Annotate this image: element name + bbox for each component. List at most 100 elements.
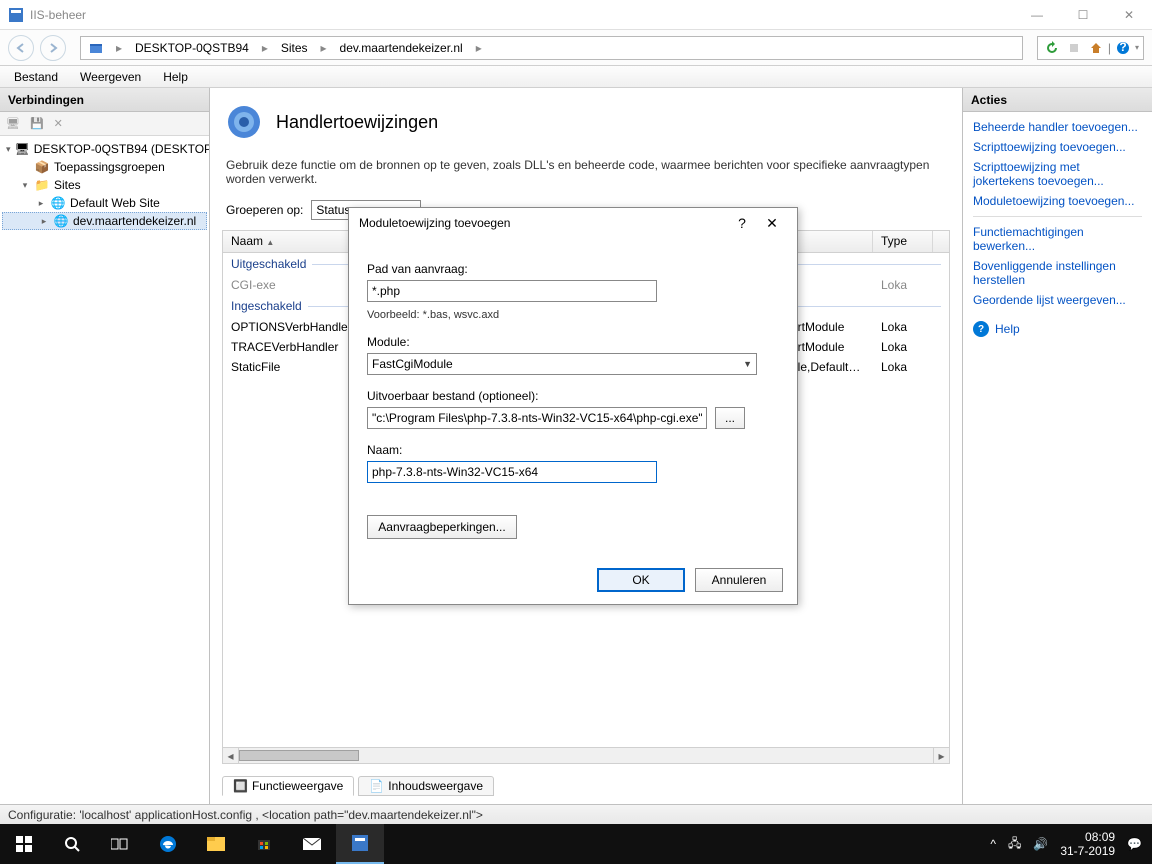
start-button[interactable] <box>0 824 48 864</box>
scrollbar-thumb[interactable] <box>239 750 359 761</box>
globe-icon: 🌐 <box>50 195 66 211</box>
tree-node-sites[interactable]: ▾ 📁 Sites <box>0 176 209 194</box>
refresh-icon[interactable] <box>1042 38 1062 58</box>
dialog-titlebar[interactable]: Moduletoewijzing toevoegen ? ✕ <box>349 208 797 238</box>
connections-toolbar: 🖥 💾 ✕ <box>0 112 209 136</box>
column-type[interactable]: Type <box>873 231 933 252</box>
taskbar[interactable]: ^ 🖧 🔊 08:09 31-7-2019 💬 <box>0 824 1152 864</box>
stop-icon[interactable] <box>1064 38 1084 58</box>
scroll-left-icon[interactable]: ◂ <box>223 748 239 763</box>
dialog-help-button[interactable]: ? <box>727 215 757 231</box>
breadcrumb-sites[interactable]: Sites <box>273 37 316 59</box>
server-icon: 🖥 <box>15 141 30 157</box>
taskbar-store[interactable] <box>240 824 288 864</box>
window-minimize[interactable]: — <box>1014 0 1060 30</box>
save-icon[interactable]: 💾 <box>30 117 44 130</box>
name-label: Naam: <box>367 443 779 457</box>
tree-node-dev-site[interactable]: ▸ 🌐 dev.maartendekeizer.nl <box>2 212 207 230</box>
action-add-wildcard-script-map[interactable]: Scripttoewijzing met jokertekens toevoeg… <box>973 160 1142 188</box>
window-close[interactable]: ✕ <box>1106 0 1152 30</box>
address-breadcrumb[interactable]: ▸ DESKTOP-0QSTB94 ▸ Sites ▸ dev.maartend… <box>80 36 1023 60</box>
add-module-mapping-dialog: Moduletoewijzing toevoegen ? ✕ Pad van a… <box>348 207 798 605</box>
tray-chevron-up-icon[interactable]: ^ <box>990 837 996 851</box>
back-button[interactable] <box>8 35 34 61</box>
module-combobox[interactable]: FastCgiModule ▼ <box>367 353 757 375</box>
handler-mappings-icon <box>224 102 264 142</box>
window-maximize[interactable]: ☐ <box>1060 0 1106 30</box>
window-titlebar: IIS-beheer — ☐ ✕ <box>0 0 1152 30</box>
action-view-ordered-list[interactable]: Geordende lijst weergeven... <box>973 293 1142 307</box>
request-path-input[interactable] <box>367 280 657 302</box>
action-help[interactable]: Help <box>995 322 1020 336</box>
taskbar-iis[interactable] <box>336 824 384 864</box>
app-pool-icon: 📦 <box>34 159 50 175</box>
executable-input[interactable] <box>367 407 707 429</box>
connect-icon[interactable]: 🖥 <box>6 117 20 130</box>
action-add-module-mapping[interactable]: Moduletoewijzing toevoegen... <box>973 194 1142 208</box>
home-icon[interactable] <box>1086 38 1106 58</box>
menu-view[interactable]: Weergeven <box>72 68 149 86</box>
module-label: Module: <box>367 335 779 349</box>
breadcrumb-host[interactable]: DESKTOP-0QSTB94 <box>127 37 257 59</box>
tab-features-view[interactable]: 🔲 Functieweergave <box>222 776 354 796</box>
request-restrictions-button[interactable]: Aanvraagbeperkingen... <box>367 515 517 539</box>
tray-network-icon[interactable]: 🖧 <box>1008 834 1021 855</box>
action-add-managed-handler[interactable]: Beheerde handler toevoegen... <box>973 120 1142 134</box>
help-icon[interactable]: ? <box>1113 38 1133 58</box>
action-add-script-map[interactable]: Scripttoewijzing toevoegen... <box>973 140 1142 154</box>
delete-icon[interactable]: ✕ <box>54 117 63 130</box>
menu-file[interactable]: Bestand <box>6 68 66 86</box>
tree-node-host[interactable]: ▾ 🖥 DESKTOP-0QSTB94 (DESKTOP-0QSTB <box>0 140 209 158</box>
system-tray[interactable]: ^ 🖧 🔊 08:09 31-7-2019 💬 <box>980 830 1152 859</box>
tree-label: Toepassingsgroepen <box>54 160 165 174</box>
globe-icon: 🌐 <box>53 213 69 229</box>
chevron-right-icon: ▸ <box>111 41 127 55</box>
column-name[interactable]: Naam ▲ <box>223 231 353 252</box>
tray-clock[interactable]: 08:09 31-7-2019 <box>1060 830 1115 859</box>
tray-volume-icon[interactable]: 🔊 <box>1033 837 1048 851</box>
task-view-icon[interactable] <box>96 824 144 864</box>
tree-label: DESKTOP-0QSTB94 (DESKTOP-0QSTB <box>34 142 209 156</box>
search-icon[interactable] <box>48 824 96 864</box>
dialog-close-button[interactable]: ✕ <box>757 215 787 232</box>
collapse-icon[interactable]: ▾ <box>20 180 30 191</box>
app-icon <box>8 7 24 23</box>
forward-button[interactable] <box>40 35 66 61</box>
menu-help[interactable]: Help <box>155 68 196 86</box>
tree-node-default-site[interactable]: ▸ 🌐 Default Web Site <box>0 194 209 212</box>
tab-content-view[interactable]: 📄 Inhoudsweergave <box>358 776 494 796</box>
executable-label: Uitvoerbaar bestand (optioneel): <box>367 389 779 403</box>
actions-panel: Acties Beheerde handler toevoegen... Scr… <box>962 88 1152 804</box>
group-by-label: Groeperen op: <box>226 203 303 217</box>
action-edit-feature-permissions[interactable]: Functiemachtigingen bewerken... <box>973 225 1142 253</box>
scroll-right-icon[interactable]: ▸ <box>933 748 949 763</box>
status-text: Configuratie: 'localhost' applicationHos… <box>8 808 483 822</box>
chevron-right-icon: ▸ <box>316 41 332 55</box>
actions-header: Acties <box>963 88 1152 112</box>
nav-bar: ▸ DESKTOP-0QSTB94 ▸ Sites ▸ dev.maartend… <box>0 30 1152 66</box>
expand-icon[interactable]: ▸ <box>36 198 46 209</box>
window-title: IIS-beheer <box>30 8 1014 22</box>
tray-notifications-icon[interactable]: 💬 <box>1127 837 1142 851</box>
taskbar-edge[interactable] <box>144 824 192 864</box>
horizontal-scrollbar[interactable]: ◂ ▸ <box>223 747 949 763</box>
browse-button[interactable]: ... <box>715 407 745 429</box>
tray-date: 31-7-2019 <box>1060 844 1115 858</box>
help-icon: ? <box>973 321 989 337</box>
sort-asc-icon: ▲ <box>266 238 274 247</box>
breadcrumb-root-icon[interactable] <box>81 37 111 59</box>
action-revert-to-parent[interactable]: Bovenliggende instellingen herstellen <box>973 259 1142 287</box>
taskbar-mail[interactable] <box>288 824 336 864</box>
tree-node-app-pools[interactable]: 📦 Toepassingsgroepen <box>0 158 209 176</box>
collapse-icon[interactable]: ▾ <box>6 144 11 155</box>
expand-icon[interactable]: ▸ <box>39 216 49 227</box>
name-input[interactable] <box>367 461 657 483</box>
chevron-right-icon: ▸ <box>257 41 273 55</box>
cancel-button[interactable]: Annuleren <box>695 568 783 592</box>
breadcrumb-site[interactable]: dev.maartendekeizer.nl <box>332 37 471 59</box>
connections-tree[interactable]: ▾ 🖥 DESKTOP-0QSTB94 (DESKTOP-0QSTB 📦 Toe… <box>0 136 209 804</box>
connections-header: Verbindingen <box>0 88 209 112</box>
menu-bar: Bestand Weergeven Help <box>0 66 1152 88</box>
ok-button[interactable]: OK <box>597 568 685 592</box>
taskbar-explorer[interactable] <box>192 824 240 864</box>
